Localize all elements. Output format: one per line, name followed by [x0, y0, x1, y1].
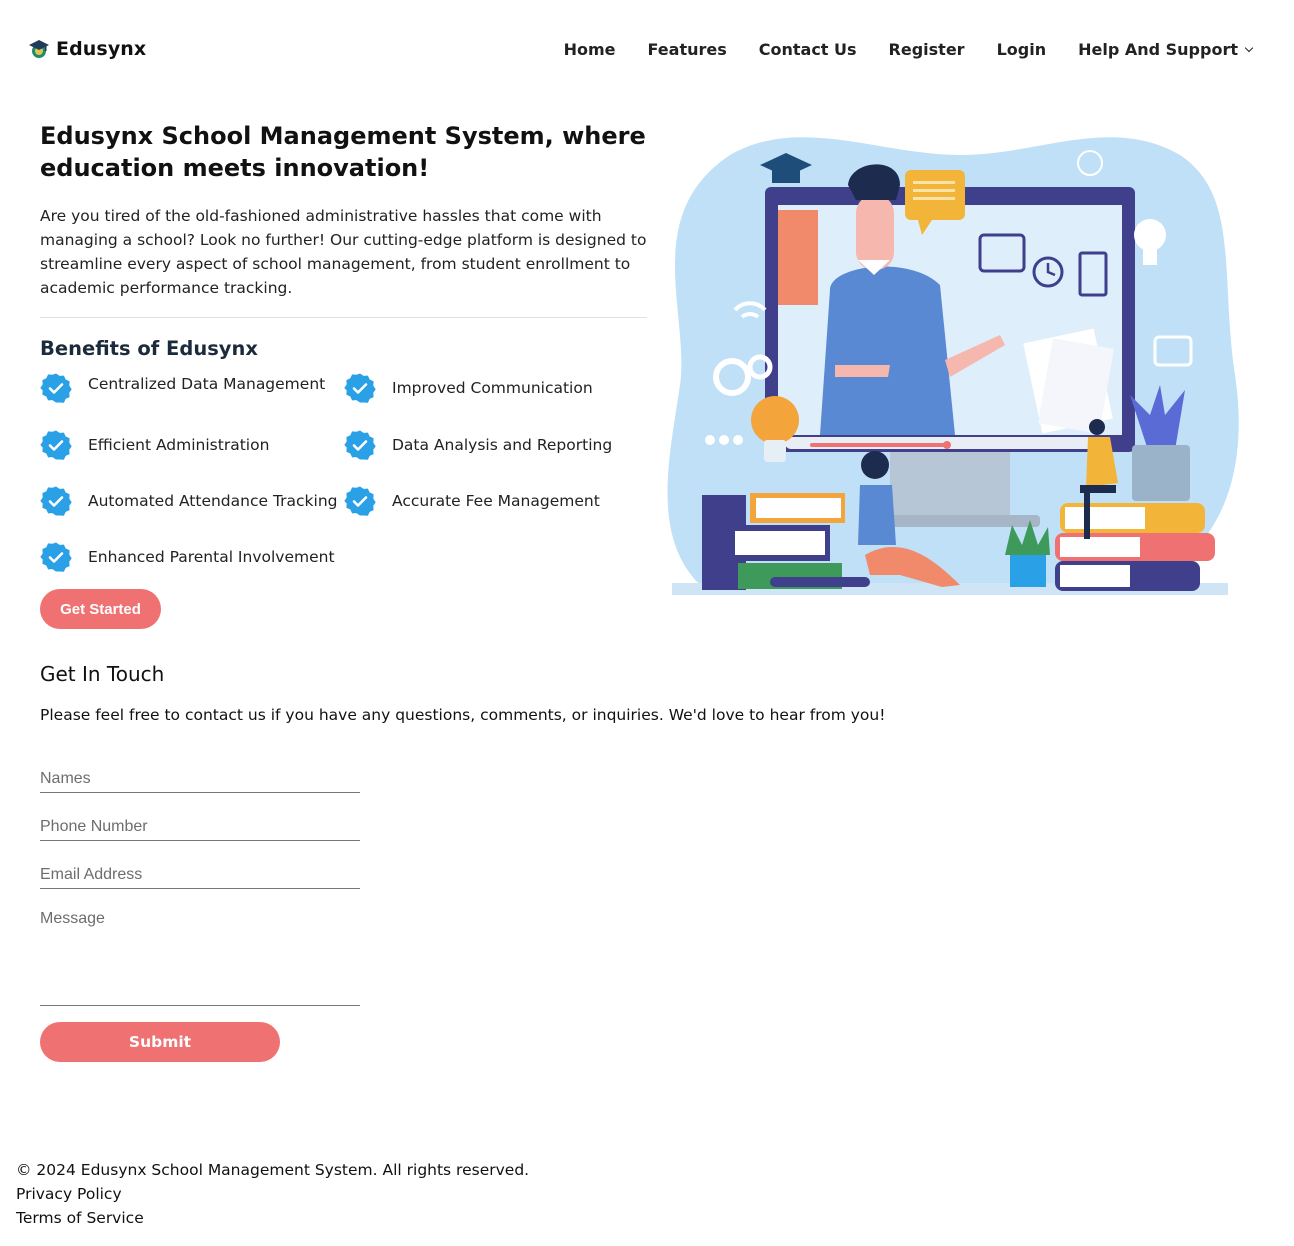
benefit-label: Automated Attendance Tracking [88, 492, 338, 510]
badge-check-icon [344, 486, 376, 516]
divider [40, 317, 647, 318]
nav-login[interactable]: Login [997, 40, 1047, 59]
benefits-list: Centralized Data Management Improved Com… [40, 370, 640, 580]
graduation-cap-logo-icon [29, 40, 49, 58]
hero-description: Are you tired of the old-fashioned admin… [40, 207, 647, 297]
benefit-label: Enhanced Parental Involvement [88, 548, 335, 566]
message-textarea[interactable] [40, 910, 360, 1006]
badge-check-icon [40, 373, 72, 403]
hero-section: Edusynx School Management System, where … [40, 120, 647, 360]
badge-check-icon [344, 373, 376, 403]
benefit-item: Automated Attendance Tracking [40, 485, 337, 517]
brand[interactable]: Edusynx [28, 38, 146, 60]
privacy-policy-link[interactable]: Privacy Policy [16, 1182, 529, 1206]
badge-check-icon [40, 430, 72, 460]
hero-illustration [667, 137, 1239, 595]
copyright-text: © 2024 Edusynx School Management System.… [16, 1161, 530, 1179]
site-footer: © 2024 Edusynx School Management System.… [16, 1158, 529, 1230]
badge-check-icon [40, 486, 72, 516]
nav-contact-us[interactable]: Contact Us [759, 40, 857, 59]
brand-name: Edusynx [56, 38, 147, 60]
benefit-item: Centralized Data Management [40, 372, 325, 404]
nav-register[interactable]: Register [889, 40, 965, 59]
benefit-label: Centralized Data Management [88, 375, 326, 393]
get-started-button[interactable]: Get Started [40, 589, 161, 629]
benefit-item: Enhanced Parental Involvement [40, 541, 335, 573]
benefit-item: Efficient Administration [40, 429, 269, 461]
names-input[interactable] [40, 766, 360, 793]
badge-check-icon [40, 542, 72, 572]
benefit-item: Improved Communication [344, 372, 593, 404]
benefit-label: Improved Communication [392, 379, 593, 397]
phone-number-input[interactable] [40, 814, 360, 841]
terms-of-service-link[interactable]: Terms of Service [16, 1206, 529, 1230]
badge-check-icon [344, 430, 376, 460]
benefit-label: Efficient Administration [88, 436, 270, 454]
email-address-input[interactable] [40, 862, 360, 889]
submit-button[interactable]: Submit [40, 1022, 280, 1062]
nav-features[interactable]: Features [648, 40, 727, 59]
chevron-down-icon [1244, 43, 1254, 52]
benefits-title: Benefits of Edusynx [40, 337, 258, 360]
nav-help-label: Help And Support [1078, 40, 1238, 59]
benefit-item: Data Analysis and Reporting [344, 429, 612, 461]
hero-title: Edusynx School Management System, where … [40, 122, 646, 182]
contact-description: Please feel free to contact us if you ha… [40, 706, 886, 724]
main-nav: Home Features Contact Us Register Login … [564, 40, 1254, 59]
benefit-label: Accurate Fee Management [392, 492, 600, 510]
nav-help-and-support[interactable]: Help And Support [1078, 40, 1254, 59]
contact-title: Get In Touch [40, 662, 165, 686]
benefit-label: Data Analysis and Reporting [392, 436, 613, 454]
benefit-item: Accurate Fee Management [344, 485, 600, 517]
nav-home[interactable]: Home [564, 40, 616, 59]
site-header: Edusynx Home Features Contact Us Registe… [0, 0, 1294, 104]
